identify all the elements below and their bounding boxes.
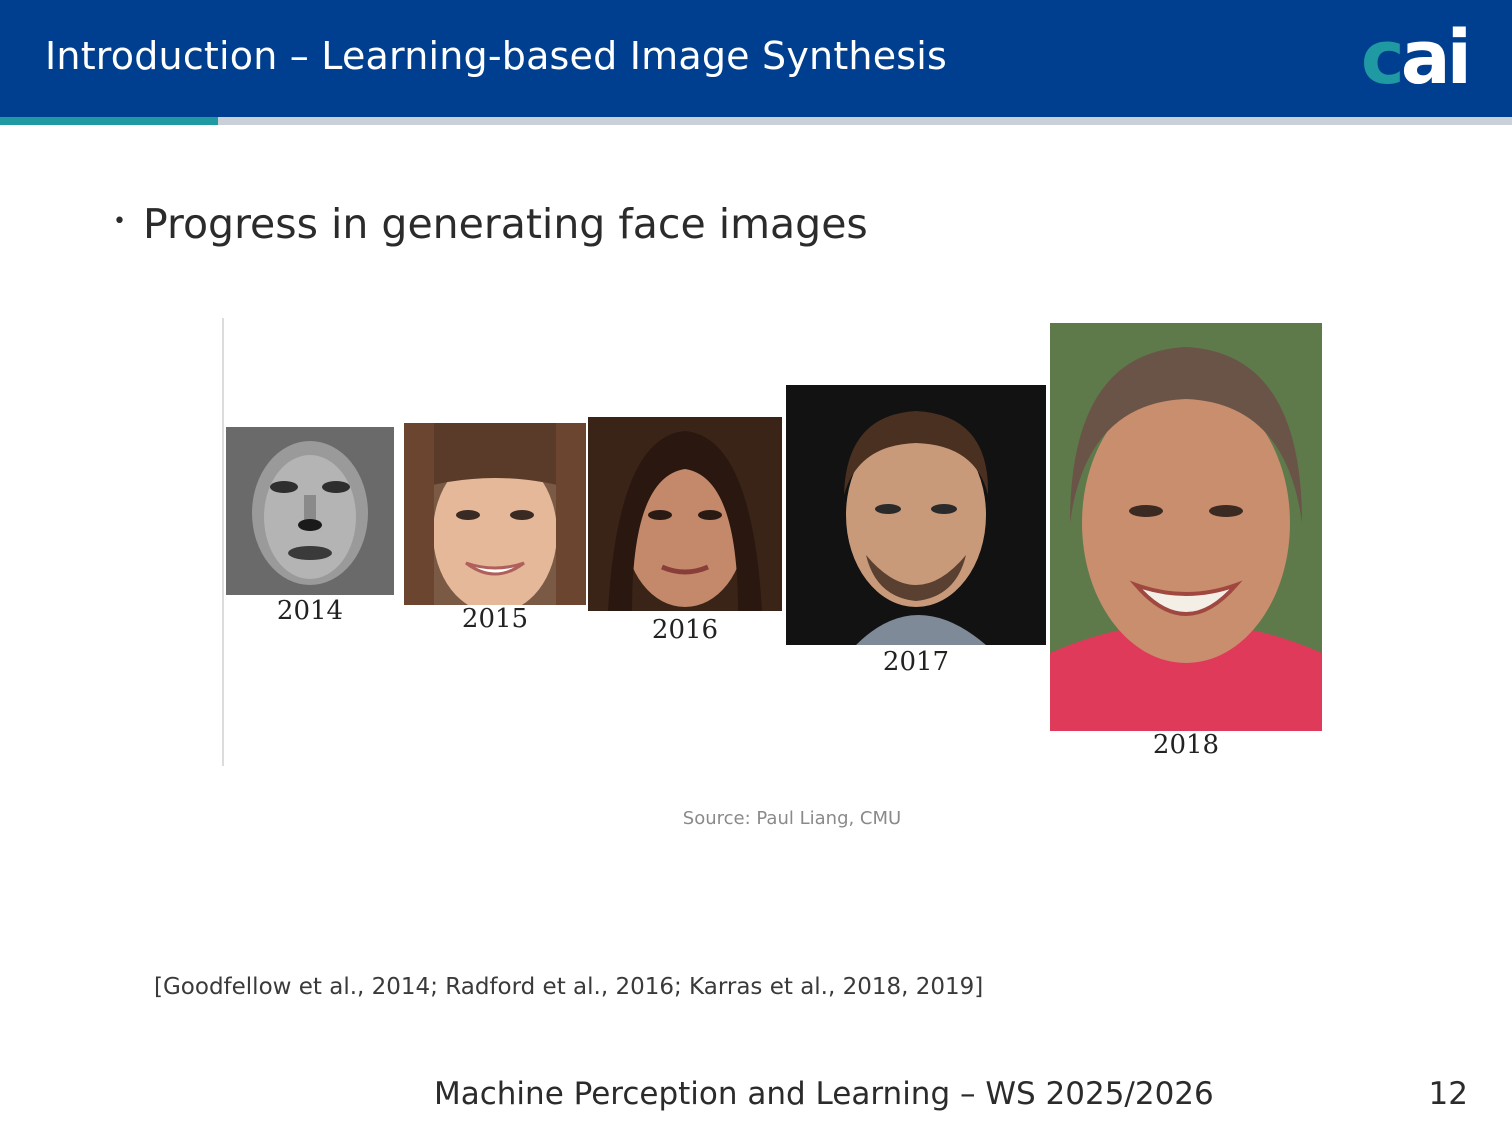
face-2018-image bbox=[1050, 323, 1322, 731]
header-gray-stripe bbox=[218, 117, 1512, 125]
cai-logo: cai bbox=[1360, 15, 1472, 101]
year-label-2018: 2018 bbox=[1152, 730, 1220, 760]
face-2016-image bbox=[588, 417, 782, 611]
face-2015-image bbox=[404, 423, 586, 605]
year-label-2017: 2017 bbox=[882, 647, 950, 677]
page-number: 12 bbox=[1428, 1076, 1468, 1112]
image-source-caption: Source: Paul Liang, CMU bbox=[682, 808, 902, 829]
face-progress-figure: 2014 2015 2016 2017 2018 bbox=[222, 318, 1332, 768]
header-accent-stripe bbox=[0, 117, 218, 125]
citation-text: [Goodfellow et al., 2014; Radford et al.… bbox=[154, 974, 984, 1000]
face-2017-image bbox=[786, 385, 1046, 645]
year-label-2016: 2016 bbox=[651, 615, 719, 645]
header-bar: Introduction – Learning-based Image Synt… bbox=[0, 0, 1512, 117]
year-label-2014: 2014 bbox=[276, 596, 344, 626]
bullet-item: • Progress in generating face images bbox=[113, 200, 868, 248]
figure-axis-line bbox=[222, 318, 224, 766]
slide-title: Introduction – Learning-based Image Synt… bbox=[45, 34, 948, 78]
bullet-dot-icon: • bbox=[113, 209, 126, 234]
footer-course-title: Machine Perception and Learning – WS 202… bbox=[434, 1076, 1214, 1112]
face-2014-image bbox=[226, 427, 394, 595]
year-label-2015: 2015 bbox=[461, 604, 529, 634]
bullet-text: Progress in generating face images bbox=[143, 200, 868, 248]
